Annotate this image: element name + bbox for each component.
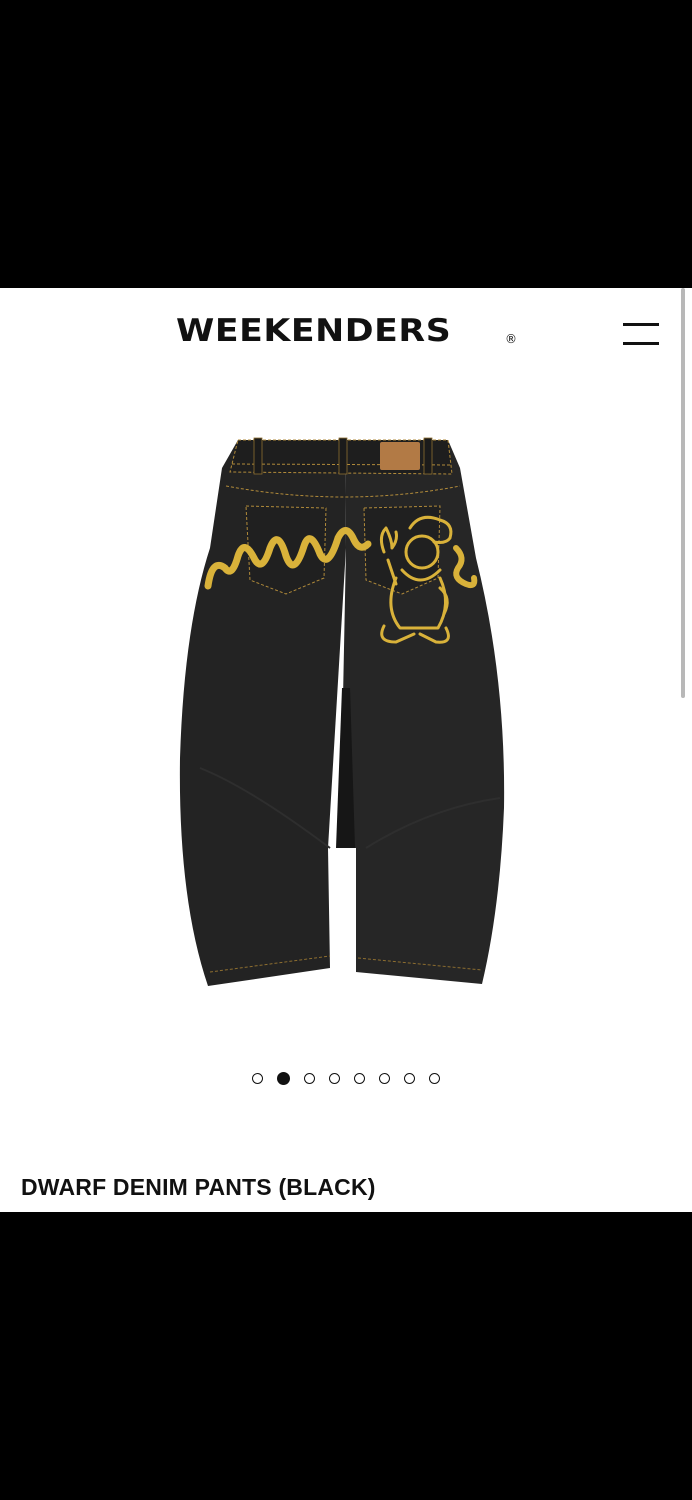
hamburger-menu-icon[interactable] [621, 321, 661, 347]
brand-logo[interactable]: WEEKENDERS [176, 316, 451, 347]
product-title: DWARF DENIM PANTS (BLACK) [21, 1174, 376, 1200]
image-carousel-dots [0, 1072, 692, 1093]
site-header: WEEKENDERS ® [0, 288, 692, 388]
carousel-dot-8[interactable] [429, 1073, 440, 1084]
product-page: WEEKENDERS ® DWARF DENIM PANTS (BLACK) [0, 288, 692, 1212]
carousel-dot-4[interactable] [329, 1073, 340, 1084]
product-image[interactable] [170, 428, 520, 998]
registered-mark: ® [505, 332, 517, 346]
carousel-dot-1[interactable] [252, 1073, 263, 1084]
carousel-dot-7[interactable] [404, 1073, 415, 1084]
screen-top-black-area [0, 0, 692, 288]
carousel-dot-2-active[interactable] [277, 1072, 290, 1085]
scrollbar[interactable] [681, 288, 685, 698]
screen-bottom-black-area [0, 1212, 692, 1500]
carousel-dot-5[interactable] [354, 1073, 365, 1084]
carousel-dot-6[interactable] [379, 1073, 390, 1084]
carousel-dot-3[interactable] [304, 1073, 315, 1084]
